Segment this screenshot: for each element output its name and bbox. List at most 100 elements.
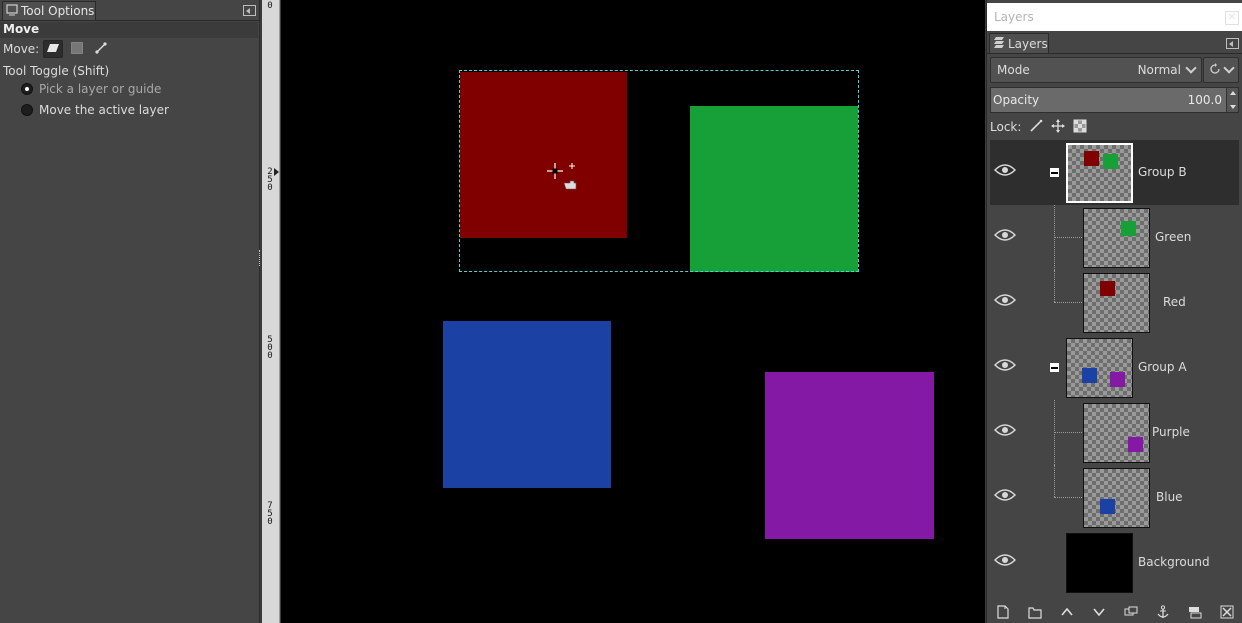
move-label: Move: bbox=[3, 42, 40, 56]
layer-row-green[interactable]: Green bbox=[990, 205, 1239, 270]
layer-row-group-b[interactable]: Group B bbox=[990, 140, 1239, 205]
tab-label: Tool Options bbox=[21, 4, 95, 18]
eye-icon[interactable] bbox=[993, 488, 1017, 505]
thumb-green bbox=[1103, 154, 1118, 169]
delete-layer-icon[interactable] bbox=[1219, 604, 1235, 620]
mode-value: Normal bbox=[1137, 63, 1181, 77]
new-layer-icon[interactable] bbox=[995, 604, 1011, 620]
configure-tab-icon[interactable] bbox=[243, 5, 256, 16]
layer-name: Red bbox=[1163, 295, 1186, 309]
eye-icon[interactable] bbox=[993, 553, 1017, 570]
window-title: Layers bbox=[994, 10, 1034, 24]
configure-tab-icon[interactable] bbox=[1226, 38, 1239, 49]
layer-row-group-a[interactable]: Group A bbox=[990, 335, 1239, 400]
layer-name: Blue bbox=[1156, 490, 1183, 504]
divider bbox=[987, 53, 1242, 54]
thumb-purple bbox=[1110, 372, 1125, 387]
move-layer-button[interactable] bbox=[43, 40, 64, 58]
tree-line bbox=[1054, 270, 1055, 302]
chevron-down-icon bbox=[1185, 62, 1197, 74]
collapse-toggle[interactable] bbox=[1050, 168, 1059, 177]
thumb-red bbox=[1084, 151, 1099, 166]
layers-window-titlebar[interactable]: Layers ✕ bbox=[987, 3, 1242, 31]
option-pick-layer[interactable]: Pick a layer or guide bbox=[21, 81, 161, 97]
layer-thumbnail bbox=[1083, 403, 1150, 463]
radio-pick-layer[interactable] bbox=[21, 83, 33, 95]
layer-row-purple[interactable]: Purple bbox=[990, 400, 1239, 465]
composite-mode-button[interactable] bbox=[1203, 57, 1239, 83]
layer-row-red[interactable]: Red bbox=[990, 270, 1239, 335]
radio-label: Move the active layer bbox=[39, 103, 169, 117]
tool-toggle-label: Tool Toggle (Shift) bbox=[3, 64, 110, 78]
ruler-pointer-marker bbox=[274, 168, 279, 176]
move-cursor-icon bbox=[546, 162, 580, 197]
mode-label: Mode bbox=[997, 63, 1030, 77]
layer-thumbnail bbox=[1083, 468, 1150, 528]
radio-move-active[interactable] bbox=[21, 104, 33, 116]
eye-icon[interactable] bbox=[993, 293, 1017, 310]
tool-options-panel: Tool Options Move Move: Tool Toggle (Shi… bbox=[0, 0, 260, 623]
layer-thumbnail bbox=[1066, 143, 1133, 203]
tab-tool-options[interactable]: Tool Options bbox=[2, 1, 96, 20]
lock-position-icon[interactable] bbox=[1051, 118, 1066, 136]
tree-line bbox=[1054, 237, 1082, 238]
eye-icon[interactable] bbox=[993, 358, 1017, 375]
path-icon bbox=[94, 41, 108, 58]
opacity-slider[interactable]: Opacity 100.0 bbox=[990, 87, 1239, 113]
ruler-label: 500 bbox=[267, 335, 273, 361]
tree-line bbox=[1054, 302, 1082, 303]
lower-layer-icon[interactable] bbox=[1091, 604, 1107, 620]
tree-line bbox=[1054, 497, 1082, 498]
layer-icon bbox=[46, 42, 60, 57]
anchor-layer-icon[interactable] bbox=[1155, 604, 1171, 620]
thumb-red bbox=[1100, 281, 1115, 296]
move-mode-row: Move: bbox=[3, 40, 111, 58]
thumb-green bbox=[1121, 221, 1136, 236]
close-icon[interactable]: ✕ bbox=[1225, 11, 1239, 25]
blue-square[interactable] bbox=[443, 321, 611, 488]
vertical-ruler[interactable]: 0 250 500 750 bbox=[262, 0, 280, 623]
tree-line bbox=[1054, 432, 1082, 433]
tab-layers[interactable]: Layers bbox=[989, 33, 1049, 53]
raise-layer-icon[interactable] bbox=[1059, 604, 1075, 620]
layer-thumbnail bbox=[1066, 338, 1133, 398]
eye-icon[interactable] bbox=[993, 228, 1017, 245]
move-selection-button[interactable] bbox=[67, 40, 87, 58]
layer-name: Background bbox=[1138, 555, 1210, 569]
layer-row-background[interactable]: Background bbox=[990, 530, 1239, 595]
lock-row: Lock: bbox=[990, 118, 1087, 136]
eye-icon[interactable] bbox=[993, 423, 1017, 440]
new-group-icon[interactable] bbox=[1027, 604, 1043, 620]
image-canvas[interactable] bbox=[281, 0, 985, 623]
layer-thumbnail bbox=[1066, 533, 1133, 593]
option-move-active[interactable]: Move the active layer bbox=[21, 102, 169, 118]
mode-select[interactable]: Mode Normal bbox=[990, 57, 1202, 83]
layer-thumbnail bbox=[1083, 273, 1150, 333]
tab-label: Layers bbox=[1008, 36, 1048, 51]
layer-thumbnail bbox=[1083, 208, 1150, 268]
tree-line bbox=[1054, 465, 1055, 497]
thumb-blue bbox=[1082, 368, 1097, 383]
layer-boundary bbox=[459, 70, 859, 272]
lock-alpha-icon[interactable] bbox=[1073, 119, 1087, 136]
reset-icon bbox=[1209, 62, 1221, 78]
eye-icon[interactable] bbox=[993, 163, 1017, 180]
lock-pixels-icon[interactable] bbox=[1029, 119, 1043, 136]
thumb-purple bbox=[1128, 437, 1143, 452]
divider bbox=[0, 20, 260, 21]
move-path-button[interactable] bbox=[91, 40, 111, 58]
purple-square[interactable] bbox=[765, 372, 934, 539]
layer-list[interactable]: Group B Green Red Group A Purple Blue Ba… bbox=[990, 140, 1239, 600]
layer-name: Group A bbox=[1138, 360, 1187, 374]
opacity-label: Opacity bbox=[993, 93, 1040, 107]
layer-name: Purple bbox=[1152, 425, 1190, 439]
ruler-label: 750 bbox=[267, 501, 273, 527]
radio-label: Pick a layer or guide bbox=[39, 82, 162, 96]
collapse-toggle[interactable] bbox=[1050, 363, 1059, 372]
opacity-spinner[interactable] bbox=[1226, 88, 1238, 112]
layers-toolbar bbox=[987, 601, 1242, 623]
selection-icon bbox=[70, 41, 84, 58]
merge-down-icon[interactable] bbox=[1187, 604, 1203, 620]
duplicate-layer-icon[interactable] bbox=[1123, 604, 1139, 620]
layer-row-blue[interactable]: Blue bbox=[990, 465, 1239, 530]
